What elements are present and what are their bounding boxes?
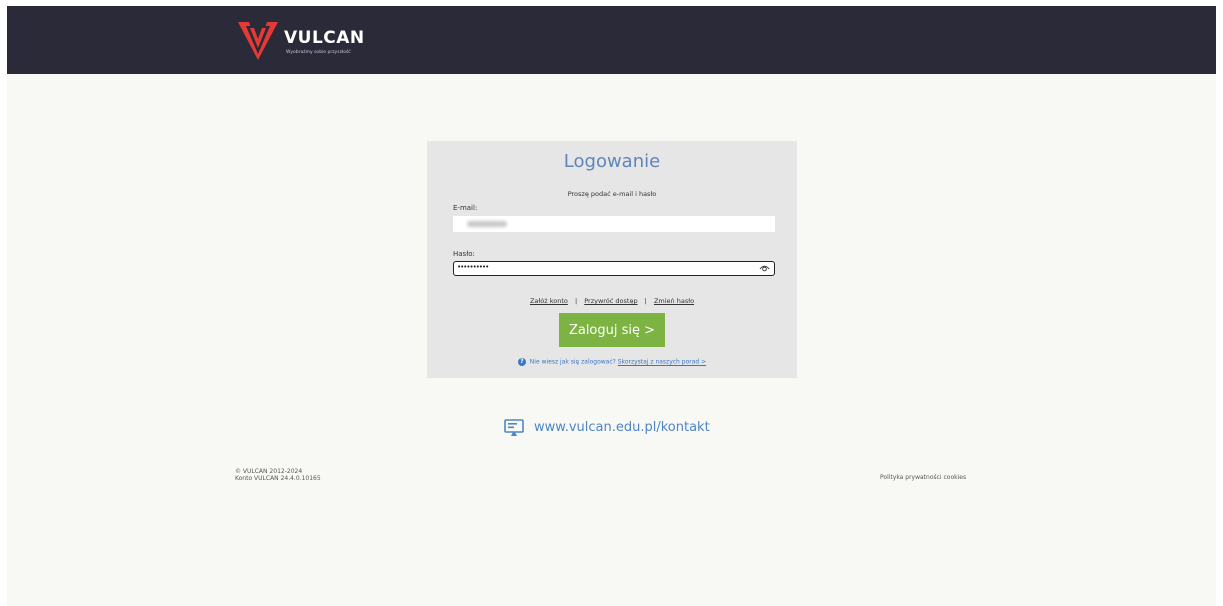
create-account-link[interactable]: Załóż konto bbox=[530, 297, 568, 305]
vulcan-logo[interactable]: VULCAN Wyobraźmy sobie przyszłość bbox=[235, 16, 395, 64]
logo-tagline: Wyobraźmy sobie przyszłość bbox=[286, 50, 351, 55]
password-field[interactable]: •••••••••• bbox=[453, 261, 775, 276]
question-icon: ? bbox=[517, 358, 526, 366]
email-field[interactable] bbox=[453, 216, 775, 232]
version-text: Konto VULCAN 24.4.0.10165 bbox=[235, 475, 321, 482]
eye-icon[interactable] bbox=[759, 264, 770, 273]
help-row: ? Nie wiesz jak się zalogować? Skorzysta… bbox=[427, 358, 797, 366]
link-separator: | bbox=[574, 297, 578, 305]
password-value: •••••••••• bbox=[457, 263, 489, 271]
account-links: Załóż konto | Przywróć dostęp | Zmień ha… bbox=[427, 297, 797, 305]
login-title: Logowanie bbox=[563, 151, 661, 172]
monitor-icon bbox=[504, 419, 524, 436]
login-button[interactable]: Zaloguj się > bbox=[559, 313, 665, 347]
footer-info: © VULCAN 2012-2024 Konto VULCAN 24.4.0.1… bbox=[235, 468, 321, 482]
header-bar: VULCAN Wyobraźmy sobie przyszłość bbox=[7, 6, 1216, 74]
help-link[interactable]: Skorzystaj z naszych porad > bbox=[618, 359, 706, 366]
login-panel: Logowanie Proszę podać e-mail i hasło E-… bbox=[427, 141, 797, 378]
copyright-text: © VULCAN 2012-2024 bbox=[235, 468, 303, 475]
email-value-redacted bbox=[467, 221, 507, 227]
link-separator: | bbox=[644, 297, 647, 305]
restore-access-link[interactable]: Przywróć dostęp bbox=[584, 297, 637, 305]
email-label: E-mail: bbox=[453, 204, 478, 212]
change-password-link[interactable]: Zmień hasło bbox=[654, 297, 694, 305]
contact-text: www.vulcan.edu.pl/kontakt bbox=[534, 420, 710, 435]
privacy-link[interactable]: Polityka prywatności cookies bbox=[880, 474, 966, 481]
page: VULCAN Wyobraźmy sobie przyszłość Logowa… bbox=[7, 6, 1216, 606]
vulcan-v-logo-icon bbox=[238, 22, 278, 60]
login-subtitle: Proszę podać e-mail i hasło bbox=[567, 190, 657, 198]
help-text: Nie wiesz jak się zalogować? bbox=[529, 358, 616, 366]
password-label: Hasło: bbox=[453, 250, 475, 258]
logo-wordmark: VULCAN bbox=[284, 28, 365, 48]
